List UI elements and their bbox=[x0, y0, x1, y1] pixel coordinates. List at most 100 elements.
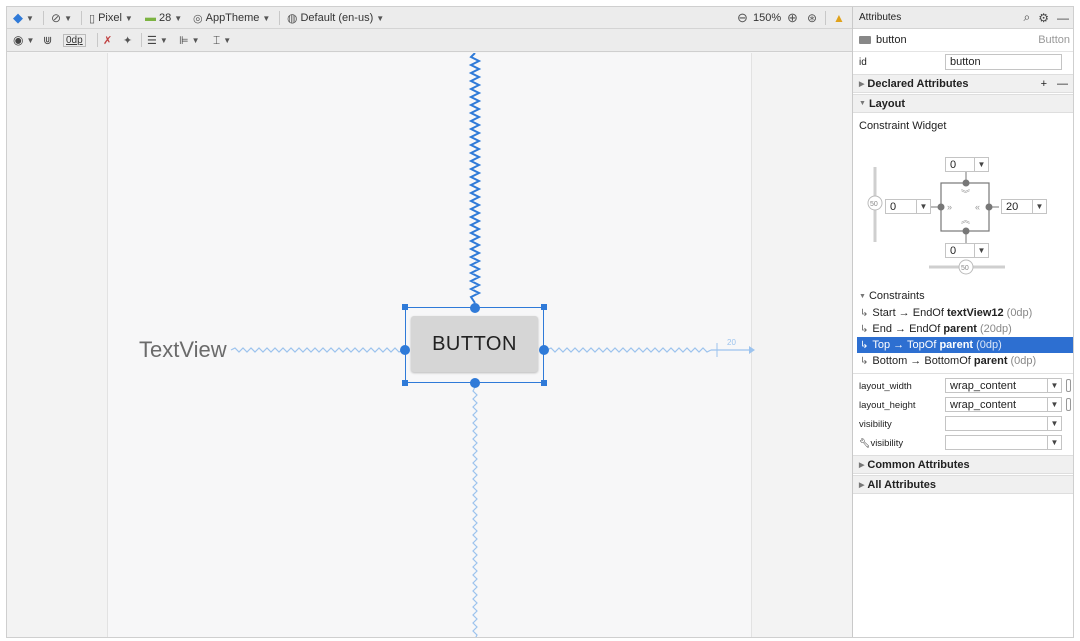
common-attributes-section[interactable]: ▶ Common Attributes bbox=[853, 455, 1073, 474]
zoom-out-button[interactable]: ⊖ bbox=[737, 7, 748, 29]
zoom-level: 150% bbox=[753, 7, 781, 29]
expand-arrow-icon: ▶ bbox=[859, 461, 865, 469]
layout-height-toggle[interactable] bbox=[1066, 398, 1071, 411]
align-dropdown[interactable]: ⊫ ▼ bbox=[179, 29, 200, 51]
design-canvas[interactable]: 20 TextView BUTTON bbox=[7, 53, 852, 637]
button-widget[interactable]: BUTTON bbox=[411, 316, 538, 372]
id-input[interactable]: button bbox=[945, 54, 1062, 70]
top-margin-value: 0 bbox=[950, 158, 957, 171]
expand-arrow-icon: ▶ bbox=[859, 80, 865, 88]
align-icon: ⊫ bbox=[179, 34, 189, 47]
zoom-label: 150% bbox=[753, 12, 782, 24]
top-constraint-spring bbox=[468, 53, 482, 304]
layout-height-value: wrap_content bbox=[950, 398, 1017, 411]
chevron-down-icon: ▼ bbox=[1032, 200, 1046, 213]
chevron-down-icon: ▼ bbox=[974, 158, 988, 171]
all-attributes-section[interactable]: ▶ All Attributes bbox=[853, 475, 1073, 494]
button-widget-icon bbox=[859, 36, 871, 44]
guidelines-dropdown[interactable]: ⌶ ▼ bbox=[213, 29, 231, 51]
toolbar-primary: ◆ ▼ ⊘ ▼ ▯ Pixel ▼ ▬ 28 ▼ ◎ AppTheme ▼ ◍ Defau… bbox=[7, 7, 852, 29]
constraint-icon: ↳ bbox=[860, 339, 869, 351]
device-dropdown[interactable]: ▯ Pixel ▼ bbox=[89, 7, 133, 29]
svg-text:︽: ︽ bbox=[961, 215, 970, 225]
zoom-fit-button[interactable]: ⊛ bbox=[807, 7, 817, 29]
clear-constraints-button[interactable]: ✗ bbox=[103, 29, 112, 51]
button-widget-label: BUTTON bbox=[432, 332, 517, 355]
declared-attributes-label: Declared Attributes bbox=[867, 77, 969, 90]
resize-handle-top-right[interactable] bbox=[541, 304, 547, 310]
layout-section[interactable]: ▼ Layout bbox=[853, 94, 1073, 113]
visibility-combo[interactable]: ▼ bbox=[945, 416, 1062, 431]
constraint-row-top[interactable]: ↳ Top → TopOf parent (0dp) bbox=[857, 337, 1073, 353]
phone-icon: ▯ bbox=[89, 12, 96, 25]
all-attributes-label: All Attributes bbox=[867, 478, 937, 491]
constraint-margin: (0dp) bbox=[1010, 355, 1037, 367]
constraint-icon: ↳ bbox=[860, 307, 869, 319]
android-icon: ▬ bbox=[145, 12, 156, 24]
api-level-dropdown[interactable]: ▬ 28 ▼ bbox=[145, 7, 182, 29]
bottom-margin-combo[interactable]: 0 ▼ bbox=[945, 243, 989, 258]
start-anchor[interactable] bbox=[400, 345, 410, 355]
layout-height-combo[interactable]: wrap_content ▼ bbox=[945, 397, 1062, 412]
constraints-label: Constraints bbox=[868, 290, 925, 302]
constraint-widget-title: Constraint Widget bbox=[853, 119, 1073, 133]
constraint-target: parent bbox=[939, 339, 974, 351]
theme-icon: ◎ bbox=[193, 12, 203, 25]
layers-icon: ◆ bbox=[13, 10, 23, 25]
constraint-text: Bottom → BottomOf bbox=[872, 355, 971, 367]
widget-header: button Button bbox=[853, 31, 1073, 49]
gear-icon[interactable]: ⚙ bbox=[1038, 11, 1049, 25]
constraint-row-start[interactable]: ↳ Start → EndOf textView12 (0dp) bbox=[857, 305, 1073, 321]
tools-visibility-combo[interactable]: ▼ bbox=[945, 435, 1062, 450]
warnings-button[interactable]: ▲ bbox=[833, 7, 845, 29]
minimize-icon[interactable]: — bbox=[1057, 11, 1069, 25]
declared-attributes-section[interactable]: ▶ Declared Attributes + — bbox=[853, 74, 1073, 93]
bottom-constraint-spring bbox=[472, 386, 478, 637]
default-margin-button[interactable]: 0dp bbox=[63, 29, 86, 51]
bottom-margin-value: 0 bbox=[950, 244, 957, 257]
textview-widget[interactable]: TextView bbox=[139, 337, 227, 363]
left-margin-combo[interactable]: 0 ▼ bbox=[885, 199, 931, 214]
collapse-arrow-icon: ▼ bbox=[859, 100, 866, 107]
orientation-dropdown[interactable]: ⊘ ▼ bbox=[51, 7, 72, 29]
svg-text:»: » bbox=[947, 202, 952, 212]
layout-width-toggle[interactable] bbox=[1066, 379, 1071, 392]
constraint-row-bottom[interactable]: ↳ Bottom → BottomOf parent (0dp) bbox=[857, 353, 1073, 369]
zoom-in-button[interactable]: ⊕ bbox=[787, 7, 798, 29]
locale-dropdown[interactable]: ◍ Default (en-us) ▼ bbox=[287, 7, 384, 29]
id-value: button bbox=[950, 56, 981, 68]
pack-dropdown[interactable]: ☰ ▼ bbox=[147, 29, 168, 51]
resize-handle-bottom-left[interactable] bbox=[402, 380, 408, 386]
resize-handle-bottom-right[interactable] bbox=[541, 380, 547, 386]
add-icon[interactable]: + bbox=[1041, 78, 1047, 90]
chevron-down-icon: ▼ bbox=[1047, 436, 1061, 449]
remove-icon[interactable]: — bbox=[1057, 78, 1068, 90]
globe-icon: ◍ bbox=[287, 11, 298, 25]
search-icon[interactable]: ⌕ bbox=[1024, 10, 1031, 25]
api-label: 28 bbox=[159, 12, 172, 24]
top-anchor[interactable] bbox=[470, 303, 480, 313]
constraint-row-end[interactable]: ↳ End → EndOf parent (20dp) bbox=[857, 321, 1073, 337]
constraints-header[interactable]: ▼ Constraints bbox=[853, 289, 1073, 303]
view-options-dropdown[interactable]: ◉ ▼ bbox=[13, 29, 34, 51]
attributes-panel: Attributes ⌕ ⚙ — button Button id button… bbox=[852, 7, 1073, 637]
bottom-anchor[interactable] bbox=[470, 378, 480, 388]
top-margin-combo[interactable]: 0 ▼ bbox=[945, 157, 989, 172]
layout-label: Layout bbox=[868, 97, 905, 110]
infer-constraints-button[interactable]: ✦ bbox=[123, 29, 132, 51]
chevron-down-icon: ▼ bbox=[974, 244, 988, 257]
right-margin-combo[interactable]: 20 ▼ bbox=[1001, 199, 1047, 214]
autoconnect-toggle[interactable]: ⋓ bbox=[43, 29, 52, 51]
zoom-fit-icon: ⊛ bbox=[807, 11, 818, 25]
resize-handle-top-left[interactable] bbox=[402, 304, 408, 310]
right-margin-value: 20 bbox=[1006, 200, 1019, 213]
theme-dropdown[interactable]: ◎ AppTheme ▼ bbox=[193, 7, 270, 29]
design-surface-dropdown[interactable]: ◆ ▼ bbox=[13, 7, 34, 29]
tools-visibility-text: visibility bbox=[870, 438, 904, 449]
end-anchor[interactable] bbox=[539, 345, 549, 355]
chevron-down-icon: ▼ bbox=[1047, 379, 1061, 392]
constraint-widget-label: Constraint Widget bbox=[859, 120, 947, 132]
expand-arrow-icon: ▶ bbox=[859, 481, 865, 489]
layout-width-combo[interactable]: wrap_content ▼ bbox=[945, 378, 1062, 393]
end-margin-hint: 20 bbox=[727, 338, 736, 347]
